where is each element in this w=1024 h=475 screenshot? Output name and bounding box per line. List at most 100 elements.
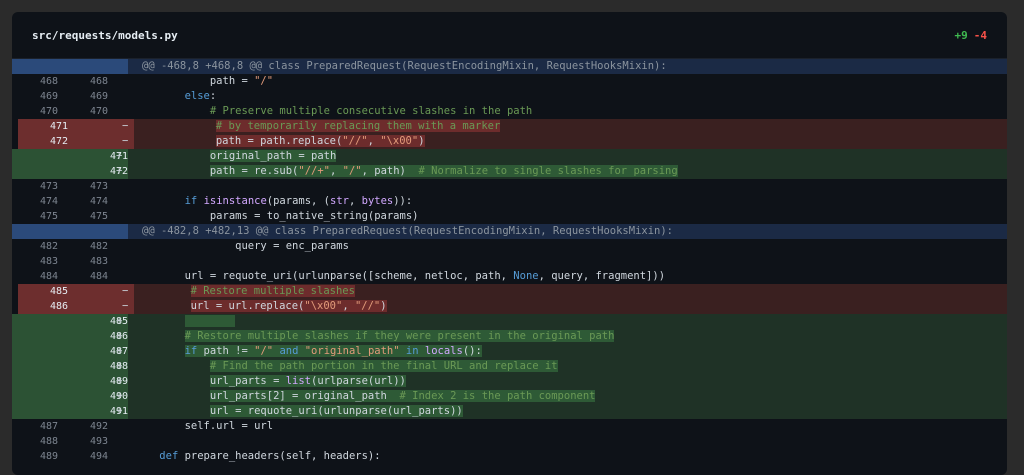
context-line[interactable]: 483 483 <box>12 254 1007 269</box>
removed-line[interactable]: 486 − url = url.replace("\x00", "//") <box>18 299 1007 314</box>
context-line[interactable]: 468 468 path = "/" <box>12 74 1007 89</box>
code-text: params = to_native_string(params) <box>134 210 419 222</box>
plus-sign: + <box>116 375 123 387</box>
old-line-number <box>12 164 62 179</box>
changed-text: # by temporarily replacing them with a m… <box>215 120 501 132</box>
new-line-number: 468 <box>89 76 108 87</box>
diff-panel: src/requests/models.py +9 -4 @@ -468,8 +4… <box>12 12 1007 475</box>
context-line[interactable]: 489 494 def prepare_headers(self, headers… <box>12 449 1007 464</box>
old-line-number <box>12 329 62 344</box>
old-line-number: 484 <box>39 271 58 282</box>
old-line-number <box>12 149 62 164</box>
context-line[interactable]: 470 470 # Preserve multiple consecutive s… <box>12 104 1007 119</box>
changed-text: url_parts = list(urlparse(url)) <box>209 375 406 387</box>
added-line[interactable]: 486 + # Restore multiple slashes if they … <box>12 329 1007 344</box>
code-text: # Preserve multiple consecutive slashes … <box>209 105 533 117</box>
new-line-number: 482 <box>89 241 108 252</box>
old-line-number <box>12 344 62 359</box>
new-line-number: 473 <box>89 181 108 192</box>
additions-count: +9 <box>954 28 968 42</box>
context-line[interactable]: 482 482 query = enc_params <box>12 239 1007 254</box>
code-text: url = url.replace("\x00", "//") <box>140 299 387 314</box>
old-line-number <box>12 374 62 389</box>
code-text <box>134 314 236 329</box>
added-line[interactable]: 490 + url_parts[2] = original_path # Inde… <box>12 389 1007 404</box>
context-line[interactable]: 487 492 self.url = url <box>12 419 1007 434</box>
added-line[interactable]: 487 + if path != "/" and "original_path" … <box>12 344 1007 359</box>
added-line[interactable]: 472 + path = re.sub("//+", "/", path) # N… <box>12 164 1007 179</box>
old-line-number: 489 <box>39 451 58 462</box>
code-text: url_parts = list(urlparse(url)) <box>134 374 406 389</box>
old-line-number <box>12 224 62 239</box>
context-line[interactable]: 475 475 params = to_native_string(params) <box>12 209 1007 224</box>
code-text: else: <box>184 90 217 102</box>
old-line-number: 473 <box>39 181 58 192</box>
changed-text: url_parts[2] = original_path # Index 2 i… <box>209 390 596 402</box>
removed-line[interactable]: 471 − # by temporarily replacing them wit… <box>18 119 1007 134</box>
new-line-number: 470 <box>89 106 108 117</box>
changed-text <box>184 315 236 327</box>
minus-sign: − <box>122 285 129 297</box>
added-line[interactable]: 489 + url_parts = list(urlparse(url)) <box>12 374 1007 389</box>
context-line[interactable]: 469 469 else: <box>12 89 1007 104</box>
diff-lines: @@ -468,8 +468,8 @@ class PreparedReques… <box>12 59 1007 464</box>
old-line-number: 486 <box>18 299 68 314</box>
changed-text: url = url.replace("\x00", "//") <box>190 300 387 312</box>
hunk-header[interactable]: @@ -468,8 +468,8 @@ class PreparedReques… <box>12 59 1007 74</box>
diff-file-header: src/requests/models.py +9 -4 <box>12 12 1007 59</box>
new-line-number: 469 <box>89 91 108 102</box>
changed-text: # Find the path portion in the final URL… <box>209 360 558 372</box>
deletions-count: -4 <box>973 28 987 42</box>
changed-text: original_path = path <box>209 150 337 162</box>
added-line[interactable]: 488 + # Find the path portion in the fina… <box>12 359 1007 374</box>
changed-text: url = requote_uri(urlunparse(url_parts)) <box>209 405 463 417</box>
old-line-number <box>12 359 62 374</box>
old-line-number: 469 <box>39 91 58 102</box>
code-text: path = path.replace("//", "\x00") <box>140 134 425 149</box>
added-line[interactable]: 491 + url = requote_uri(urlunparse(url_pa… <box>12 404 1007 419</box>
code-text: # Restore multiple slashes <box>140 284 355 299</box>
context-line[interactable]: 488 493 <box>12 434 1007 449</box>
old-line-number: 488 <box>39 436 58 447</box>
added-line[interactable]: 485 + <box>12 314 1007 329</box>
added-line[interactable]: 471 + original_path = path <box>12 149 1007 164</box>
code-text: original_path = path <box>134 149 337 164</box>
old-line-number <box>12 314 62 329</box>
changed-text: # Restore multiple slashes if they were … <box>184 330 615 342</box>
new-line-number: 494 <box>89 451 108 462</box>
context-line[interactable]: 484 484 url = requote_uri(urlunparse([sch… <box>12 269 1007 284</box>
old-line-number: 471 <box>18 119 68 134</box>
old-line-number: 482 <box>39 241 58 252</box>
new-line-number: 483 <box>89 256 108 267</box>
context-line[interactable]: 473 473 <box>12 179 1007 194</box>
old-line-number: 468 <box>39 76 58 87</box>
plus-sign: + <box>116 360 123 372</box>
plus-sign: + <box>116 390 123 402</box>
removed-line[interactable]: 485 − # Restore multiple slashes <box>18 284 1007 299</box>
file-path[interactable]: src/requests/models.py <box>32 29 178 42</box>
old-line-number <box>12 404 62 419</box>
new-line-number <box>62 59 128 74</box>
new-line-number <box>62 224 128 239</box>
code-text: # by temporarily replacing them with a m… <box>140 119 501 134</box>
old-line-number: 487 <box>39 421 58 432</box>
code-text: if isinstance(params, (str, bytes)): <box>184 195 413 207</box>
context-line[interactable]: 474 474 if isinstance(params, (str, bytes… <box>12 194 1007 209</box>
new-line-number: 493 <box>89 436 108 447</box>
diff-stats: +9 -4 <box>955 29 988 42</box>
old-line-number: 470 <box>39 106 58 117</box>
changed-text: path = path.replace("//", "\x00") <box>215 135 425 147</box>
old-line-number: 475 <box>39 211 58 222</box>
old-line-number: 474 <box>39 196 58 207</box>
code-text: @@ -482,8 +482,13 @@ class PreparedReque… <box>142 225 674 237</box>
plus-sign: + <box>116 330 123 342</box>
changed-text: # Restore multiple slashes <box>190 285 355 297</box>
plus-sign: + <box>116 150 123 162</box>
code-text: def prepare_headers(self, headers): <box>159 450 381 462</box>
plus-sign: + <box>116 405 123 417</box>
hunk-header[interactable]: @@ -482,8 +482,13 @@ class PreparedReque… <box>12 224 1007 239</box>
removed-line[interactable]: 472 − path = path.replace("//", "\x00") <box>18 134 1007 149</box>
code-text: url_parts[2] = original_path # Index 2 i… <box>134 389 596 404</box>
minus-sign: − <box>122 135 129 147</box>
code-text: # Find the path portion in the final URL… <box>134 359 558 374</box>
